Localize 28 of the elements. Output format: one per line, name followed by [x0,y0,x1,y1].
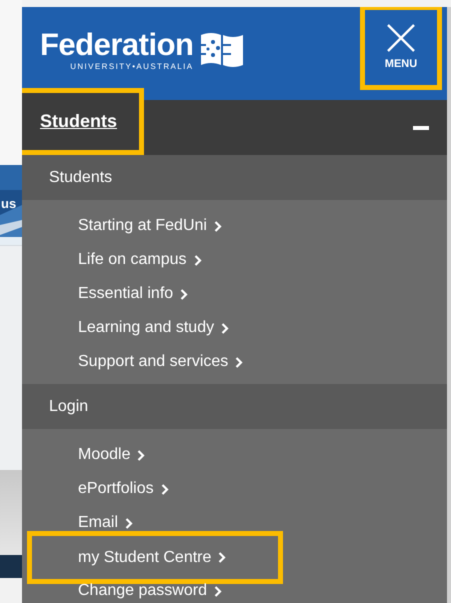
chevron-right-icon [194,254,202,266]
close-icon [386,22,416,53]
logo-wordmark: Federation [40,29,194,60]
flag-logo-icon [199,31,246,69]
menu-link[interactable]: Life on campus [27,243,283,277]
chevron-right-icon [214,586,222,596]
menu-link[interactable]: Starting at FedUni [27,209,283,243]
chevron-right-icon [214,220,222,232]
menu-link[interactable]: Moodle [27,438,283,472]
logo-tagline: UNIVERSITY•AUSTRALIA [69,63,194,71]
chevron-right-icon [137,450,146,460]
section-header: Login [22,384,447,429]
menu-link[interactable]: Essential info [27,277,283,311]
chevron-right-icon [221,322,230,334]
menu-link[interactable]: my Student Centre [27,531,283,584]
nav-heading[interactable]: Students [22,88,144,155]
menu-link[interactable]: Support and services [27,345,283,379]
chevron-right-icon [235,356,244,368]
menu-link[interactable]: Learning and study [27,311,283,345]
chevron-right-icon [160,484,169,494]
chevron-right-icon [125,518,134,528]
menu-link[interactable]: ePortfolios [27,472,283,506]
menu-button[interactable]: MENU [360,7,442,90]
collapse-icon[interactable] [413,126,429,130]
chevron-right-icon [180,288,188,300]
page-text: us [1,197,16,210]
section-header: Students [22,155,447,200]
chevron-right-icon [218,552,226,563]
